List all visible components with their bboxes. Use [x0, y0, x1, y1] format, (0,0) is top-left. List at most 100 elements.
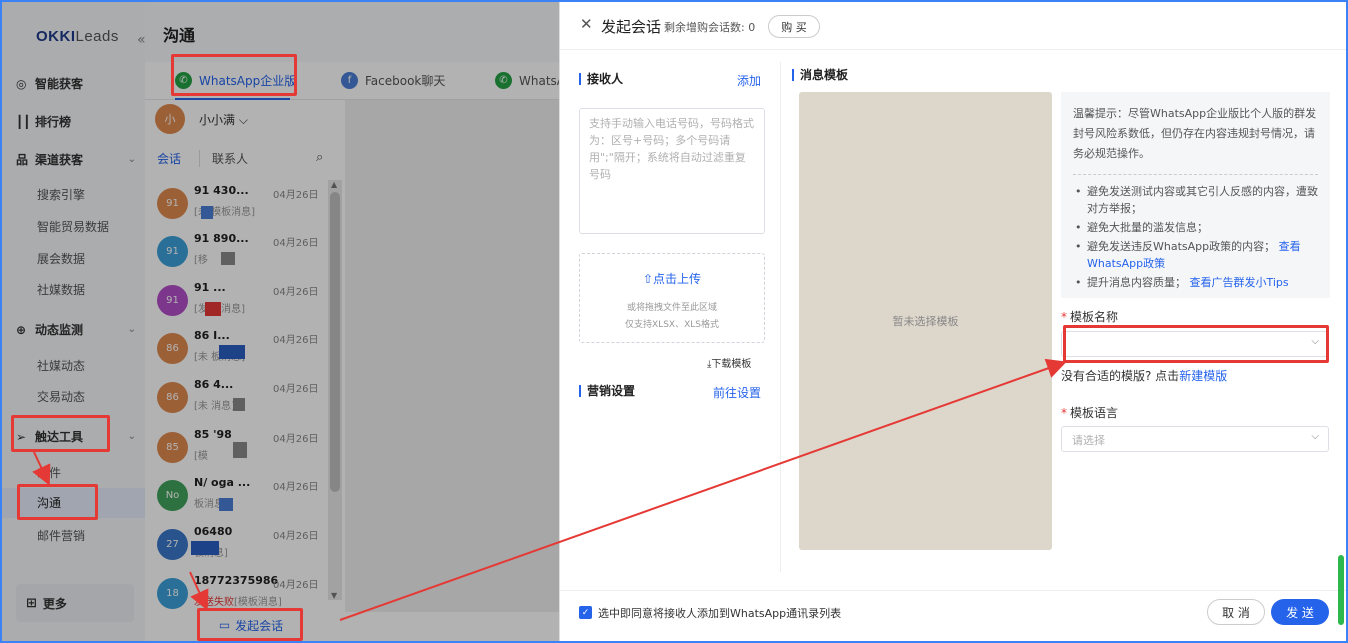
redaction-block [191, 541, 219, 555]
nav-reach-tools[interactable]: ➢ 触达工具 ⌄ [16, 428, 136, 445]
nav-communication[interactable]: 沟通 [0, 488, 145, 518]
date: 04月26日 [273, 434, 319, 445]
upload-link[interactable]: ⇧点击上传 [580, 270, 764, 287]
nav-social-data[interactable]: 社媒数据 [37, 281, 85, 298]
broadcast-tips-link[interactable]: 查看广告群发小Tips [1190, 276, 1289, 289]
conversation-list: 91 91 430... 04月26日 [未 模板消息] 91 91 890... 04月… [145, 172, 345, 612]
avatar: 18 [157, 578, 188, 609]
agree-checkbox[interactable]: ✓ [579, 606, 592, 619]
drawer-header: ✕ 发起会话 剩余增购会话数: 0 购 买 [560, 0, 1348, 50]
conversation-item[interactable]: 91 91 ... 04月26日 [发 板消息] [157, 273, 345, 323]
scrollbar-thumb[interactable] [330, 192, 340, 492]
contact-name: 18772375986 [194, 574, 279, 587]
warning-tip: 温馨提示：尽管WhatsApp企业版比个人版的群发封号风险系数低，但仍存在内容违… [1061, 92, 1330, 298]
nav-channel-acquire[interactable]: 品渠道获客 ⌄ [16, 151, 136, 168]
conversation-item[interactable]: 85 85 '98 04月26日 [模 [157, 420, 345, 470]
conversation-item[interactable]: 86 86 4... 04月26日 [未 消息] [157, 370, 345, 420]
avatar: 85 [157, 432, 188, 463]
nav-email-marketing[interactable]: 邮件营销 [37, 527, 85, 544]
search-icon[interactable]: ⌕ [316, 150, 323, 165]
page-header [145, 0, 559, 62]
redaction-block [205, 302, 221, 316]
nav-search-engine[interactable]: 搜索引擎 [37, 186, 85, 203]
chevron-down-icon: ⌵ [1311, 336, 1319, 347]
send-button[interactable]: 发 送 [1271, 599, 1329, 625]
template-section-title: 消息模板 [792, 69, 848, 81]
template-name-select[interactable]: ⌵ [1061, 331, 1329, 357]
tip-item: 避免发送违反WhatsApp政策的内容； 查看WhatsApp政策 [1073, 238, 1318, 272]
nav-email[interactable]: 邮件 [37, 464, 61, 481]
tab-facebook-chat[interactable]: f Facebook聊天 [341, 72, 445, 89]
contact-name: 91 430... [194, 184, 249, 197]
upload-icon: ⇧ [642, 272, 654, 286]
conversation-item[interactable]: 18 18772375986 04月26日发送失败[模板消息] [157, 566, 345, 616]
conversation-item[interactable]: 91 91 430... 04月26日 [未 模板消息] [157, 176, 345, 226]
start-chat-button[interactable]: ▭ 发起会话 [197, 610, 305, 640]
chevron-down-icon: ⌵ [1311, 431, 1319, 442]
chevron-down-icon: ⌄ [127, 431, 136, 442]
page-title: 沟通 [163, 26, 196, 45]
conversation-item[interactable]: 8686 I...04月26日[未 板消息] [157, 321, 345, 371]
more-button[interactable]: ⊞ 更多 [16, 584, 134, 622]
date: 04月26日 [273, 580, 319, 591]
goto-settings-link[interactable]: 前往设置 [713, 384, 761, 401]
chevron-down-icon: ⌄ [127, 154, 136, 165]
upload-area[interactable]: ⇧点击上传 或将拖拽文件至此区域 仅支持XLSX、XLS格式 [579, 253, 765, 343]
tab-whatsapp-business[interactable]: ✆ WhatsApp企业版 [175, 72, 296, 89]
list-scrollbar[interactable]: ▲ ▼ [328, 180, 342, 600]
avatar: 91 [157, 188, 188, 219]
chevron-down-icon: ⌄ [127, 324, 136, 335]
account-switcher[interactable]: 小 小小满 ⌵ [155, 104, 248, 134]
nav-ranking[interactable]: ┃┃ 排行榜 [16, 113, 136, 130]
buy-button[interactable]: 购 买 [768, 15, 820, 38]
conversation-item[interactable]: No N/ oga ... 04月26日 板消息] [157, 468, 345, 518]
chat-area [345, 100, 559, 612]
scroll-down-icon[interactable]: ▼ [331, 591, 337, 600]
remaining-count: 剩余增购会话数: 0 [664, 21, 756, 34]
okki-logo[interactable]: OKKILeads [36, 28, 119, 45]
add-recipient-link[interactable]: 添加 [737, 72, 761, 89]
conversation-item[interactable]: 27 0648004月26日 板消息] [157, 517, 345, 567]
whatsapp-icon: ✆ [495, 72, 512, 89]
recipients-input[interactable]: 支持手动输入电话号码，号码格式为：区号+号码；多个号码请用";"隔开；系统将自动… [579, 108, 765, 234]
new-template-link[interactable]: 新建模版 [1179, 369, 1227, 383]
sidebar: OKKILeads « ◎ 智能获客 ┃┃ 排行榜 品渠道获客 ⌄ 搜索引擎 智能贸易… [0, 0, 146, 643]
facebook-icon: f [341, 72, 358, 89]
active-tab-indicator [175, 98, 290, 100]
conversation-item[interactable]: 91 91 890... 04月26日 [移 [157, 224, 345, 274]
tab-whatsapp[interactable]: ✆ WhatsA [495, 72, 565, 89]
date: 04月26日 [273, 238, 319, 249]
divider [780, 62, 781, 572]
nav-trade-feed[interactable]: 交易动态 [37, 388, 85, 405]
contact-name: 91 890... [194, 232, 249, 245]
page-scrollbar[interactable] [1338, 555, 1344, 625]
redaction-block [201, 206, 213, 219]
date: 04月26日 [273, 531, 319, 542]
date: 04月26日 [273, 190, 319, 201]
preview: [移 [194, 255, 208, 266]
date: 04月26日 [273, 384, 319, 395]
cancel-button[interactable]: 取 消 [1207, 599, 1265, 625]
avatar: 86 [157, 333, 188, 364]
channel-tabs: ✆ WhatsApp企业版 f Facebook聊天 ✆ WhatsA [145, 62, 565, 100]
recipients-section-title: 接收人 [579, 73, 623, 85]
close-icon[interactable]: ✕ [580, 15, 593, 33]
nav-expo-data[interactable]: 展会数据 [37, 250, 85, 267]
download-template-link[interactable]: ⤓下载模板 [707, 355, 751, 370]
subtab-contacts[interactable]: 联系人 [199, 150, 248, 167]
list-subtabs: 会话 联系人 [157, 150, 248, 167]
target-icon: ◎ [16, 76, 27, 91]
scroll-up-icon[interactable]: ▲ [331, 180, 337, 189]
tip-item: 避免大批量的滥发信息； [1073, 219, 1318, 236]
nav-social-feed[interactable]: 社媒动态 [37, 357, 85, 374]
preview: 发送失败[模板消息] [194, 597, 282, 608]
template-language-select[interactable]: 请选择 ⌵ [1061, 426, 1329, 452]
nav-trade-data[interactable]: 智能贸易数据 [37, 218, 109, 235]
subtab-chats[interactable]: 会话 [157, 150, 181, 167]
tip-item: 避免发送测试内容或其它引人反感的内容，遭致对方举报； [1073, 183, 1318, 217]
date: 04月26日 [273, 287, 319, 298]
whatsapp-icon: ✆ [175, 72, 192, 89]
empty-preview-text: 暂未选择模板 [892, 315, 959, 328]
nav-monitor[interactable]: ⊕ 动态监测 ⌄ [16, 321, 136, 338]
nav-smart-acquire[interactable]: ◎ 智能获客 [16, 75, 136, 92]
